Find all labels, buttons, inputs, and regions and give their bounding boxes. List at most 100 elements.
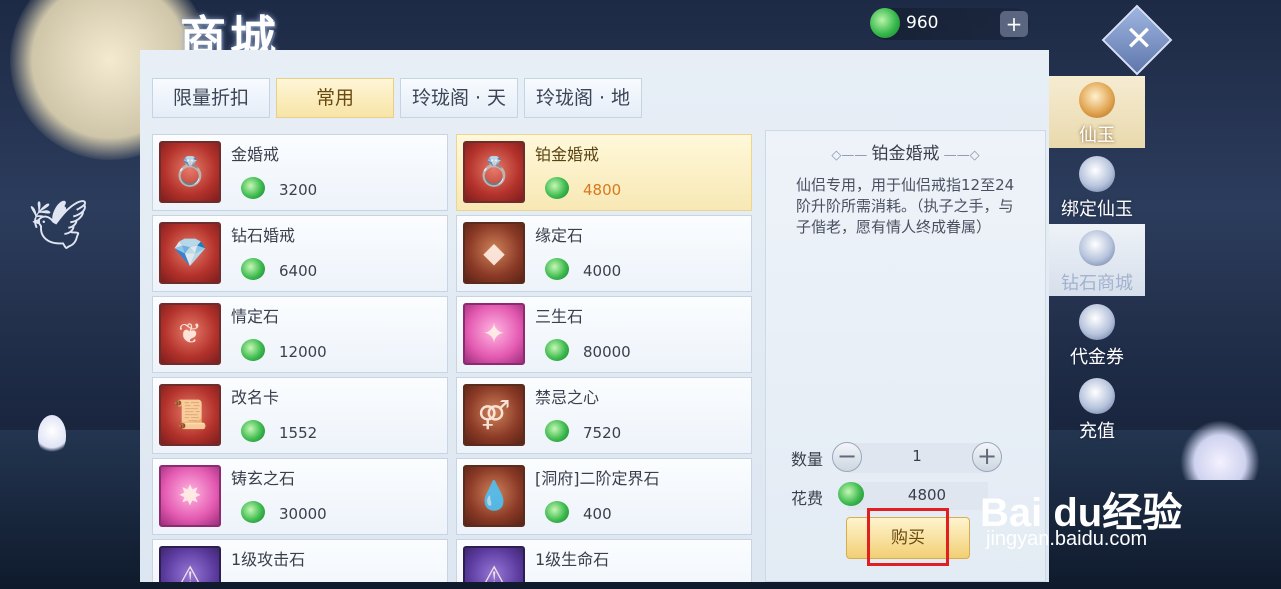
- shop-item-card[interactable]: 📜 改名卡 1552: [152, 377, 448, 454]
- quantity-value[interactable]: 1: [862, 447, 972, 465]
- item-glyph: 💎: [172, 236, 208, 269]
- diamond-ring-icon: 💎: [159, 222, 221, 284]
- quantity-minus-button[interactable]: −: [832, 442, 862, 472]
- item-glyph: ⚠: [481, 560, 507, 582]
- item-glyph: ✦: [482, 317, 506, 350]
- forbidden-heart-icon: ⚤: [463, 384, 525, 446]
- jade-currency-icon: [838, 482, 864, 506]
- bound-jade-icon: [1079, 156, 1115, 192]
- jade-currency-icon: [241, 177, 265, 199]
- item-price: 6400: [279, 262, 318, 280]
- detail-title: ◇—— 铂金婚戒 ——◇: [831, 144, 980, 164]
- red-stone-icon: ❦: [159, 303, 221, 365]
- item-name: 金婚戒: [231, 145, 280, 164]
- item-glyph: ✸: [178, 479, 202, 512]
- blue-crystal-icon: ◆: [463, 222, 525, 284]
- side-nav: 仙玉绑定仙玉钻石商城代金券充值: [1049, 76, 1145, 476]
- side-nav-item[interactable]: 绑定仙玉: [1049, 150, 1145, 222]
- side-nav-item[interactable]: 充值: [1049, 372, 1145, 444]
- item-glyph: ❦: [178, 317, 202, 350]
- item-name: 情定石: [231, 307, 280, 326]
- jade-currency-icon: [241, 501, 265, 523]
- item-price: 400: [583, 505, 612, 523]
- shop-item-card[interactable]: ◆ 缘定石 4000: [456, 215, 752, 292]
- jade-currency-icon: [545, 177, 569, 199]
- shop-item-card[interactable]: ⚤ 禁忌之心 7520: [456, 377, 752, 454]
- side-nav-label: 充值: [1079, 421, 1115, 442]
- shop-item-card[interactable]: 💍 铂金婚戒 4800: [456, 134, 752, 211]
- buy-highlight-box: [867, 508, 949, 566]
- close-icon[interactable]: ✕: [1114, 13, 1164, 63]
- tab-common[interactable]: 常用: [276, 78, 394, 118]
- item-glyph: 💍: [172, 155, 208, 188]
- item-name: 钻石婚戒: [231, 226, 296, 245]
- jade-currency-icon: [545, 420, 569, 442]
- item-grid: 💍 金婚戒 3200 💍 铂金婚戒 4800 💎 钻石婚戒 6400 ◆ 缘定石 4000 ❦ 情定石 12…: [152, 134, 754, 582]
- side-nav-item[interactable]: 钻石商城: [1049, 224, 1145, 296]
- quantity-plus-button[interactable]: +: [972, 442, 1002, 472]
- jade-currency-icon: [241, 339, 265, 361]
- gold-ring-icon: 💍: [159, 141, 221, 203]
- side-nav-label: 绑定仙玉: [1061, 199, 1133, 220]
- attack-stone-icon: ⚠: [159, 546, 221, 582]
- item-name: 1级攻击石: [231, 550, 306, 569]
- item-glyph: ⚠: [177, 560, 203, 582]
- item-name: 三生石: [535, 307, 584, 326]
- forge-stone-icon: ✸: [159, 465, 221, 527]
- side-nav-item[interactable]: 代金券: [1049, 298, 1145, 370]
- life-stone-icon: ⚠: [463, 546, 525, 582]
- item-name: 缘定石: [535, 226, 584, 245]
- shop-item-card[interactable]: ⚠ 1级生命石: [456, 539, 752, 582]
- pink-stone-icon: ✦: [463, 303, 525, 365]
- item-name: 1级生命石: [535, 550, 610, 569]
- jade-currency-icon: [545, 258, 569, 280]
- side-nav-item[interactable]: 仙玉: [1049, 76, 1145, 148]
- shop-item-card[interactable]: 💎 钻石婚戒 6400: [152, 215, 448, 292]
- jade-currency-icon: [241, 420, 265, 442]
- jade-currency-icon: [545, 501, 569, 523]
- shop-tabs: 限量折扣 常用 玲珑阁 · 天 玲珑阁 · 地: [152, 78, 642, 118]
- item-glyph: 💧: [476, 479, 512, 512]
- item-glyph: 💍: [476, 155, 512, 188]
- tab-limited-discount[interactable]: 限量折扣: [152, 78, 270, 118]
- shop-item-card[interactable]: ❦ 情定石 12000: [152, 296, 448, 373]
- cost-value: 4800: [907, 486, 947, 504]
- item-name: 改名卡: [231, 388, 280, 407]
- add-currency-button[interactable]: +: [1000, 11, 1028, 37]
- shop-item-card[interactable]: ⚠ 1级攻击石: [152, 539, 448, 582]
- item-glyph: ◆: [483, 236, 505, 269]
- item-name: 禁忌之心: [535, 388, 600, 407]
- item-glyph: 📜: [172, 398, 208, 431]
- shop-house-icon: [1079, 230, 1115, 266]
- watermark-url: jingyan.baidu.com: [986, 528, 1148, 550]
- platinum-ring-icon: 💍: [463, 141, 525, 203]
- lotus-bud-icon: [38, 415, 66, 455]
- shop-item-card[interactable]: ✦ 三生石 80000: [456, 296, 752, 373]
- currency-value: 960: [906, 13, 939, 33]
- tab-linglong-di[interactable]: 玲珑阁 · 地: [524, 78, 642, 118]
- item-glyph: ⚤: [477, 398, 511, 431]
- quantity-label: 数量: [791, 450, 824, 469]
- item-price: 4000: [583, 262, 622, 280]
- shop-panel: 限量折扣 常用 玲珑阁 · 天 玲珑阁 · 地 💍 金婚戒 3200 💍 铂金婚戒 480…: [140, 50, 1049, 582]
- shop-item-card[interactable]: 💍 金婚戒 3200: [152, 134, 448, 211]
- crane-icon: 🕊: [28, 197, 89, 253]
- jade-currency-icon: [870, 8, 900, 38]
- tab-linglong-tian[interactable]: 玲珑阁 · 天: [400, 78, 518, 118]
- item-price: 3200: [279, 181, 318, 199]
- jade-currency-icon: [545, 339, 569, 361]
- recharge-icon: [1079, 378, 1115, 414]
- water-drop-icon: 💧: [463, 465, 525, 527]
- side-nav-label: 代金券: [1070, 347, 1124, 368]
- watermark: Bai du经验 jingyan.baidu.com: [980, 480, 1210, 560]
- cost-label: 花费: [791, 489, 824, 508]
- item-name: 铸玄之石: [231, 469, 296, 488]
- item-price: 12000: [279, 343, 327, 361]
- item-price: 80000: [583, 343, 631, 361]
- scroll-icon: 📜: [159, 384, 221, 446]
- shop-item-card[interactable]: ✸ 铸玄之石 30000: [152, 458, 448, 535]
- item-name: [洞府]二阶定界石: [535, 469, 660, 488]
- jade-currency-icon: [241, 258, 265, 280]
- shop-item-card[interactable]: 💧 [洞府]二阶定界石 400: [456, 458, 752, 535]
- detail-description: 仙侣专用，用于仙侣戒指12至24阶升阶所需消耗。（执子之手，与子偕老，愿有情人终…: [796, 176, 1015, 236]
